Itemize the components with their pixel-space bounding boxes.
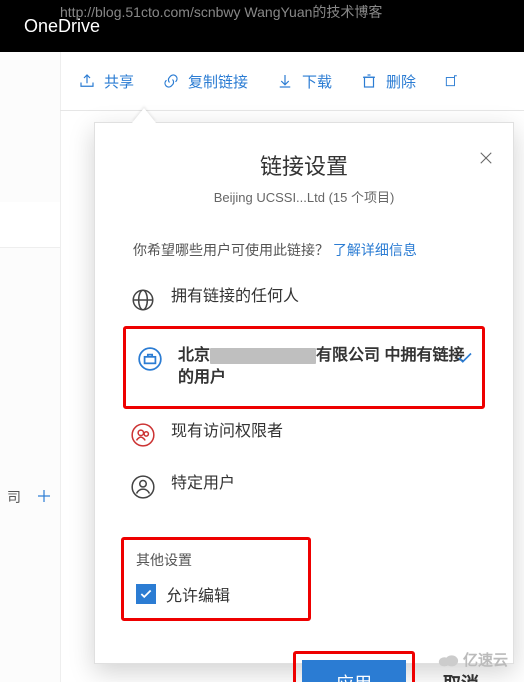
option-specific[interactable]: 特定用户 (123, 461, 485, 513)
copy-link-label: 复制链接 (188, 71, 248, 92)
delete-label: 删除 (386, 71, 416, 92)
prompt-text: 你希望哪些用户可使用此链接？ (133, 242, 329, 258)
link-settings-panel: 链接设置 Beijing UCSSI...Ltd (15 个项目) 你希望哪些用… (94, 122, 514, 664)
learn-more-link[interactable]: 了解详细信息 (333, 242, 417, 258)
command-bar: 共享 复制链接 下载 删除 (60, 52, 524, 111)
share-label: 共享 (104, 71, 134, 92)
watermark-text: 亿速云 (463, 649, 508, 670)
other-settings-title: 其他设置 (136, 550, 296, 570)
allow-edit-checkbox[interactable]: 允许编辑 (136, 582, 296, 606)
allow-edit-label: 允许编辑 (166, 582, 230, 606)
share-button[interactable]: 共享 (64, 71, 148, 92)
redacted-text (210, 348, 316, 364)
panel-prompt: 你希望哪些用户可使用此链接？ 了解详细信息 (133, 240, 485, 260)
person-icon (129, 473, 157, 501)
delete-button[interactable]: 删除 (346, 71, 430, 92)
globe-icon (129, 286, 157, 314)
more-button[interactable] (430, 72, 472, 90)
panel-buttons: 应用 取消 (95, 651, 485, 682)
plus-icon[interactable] (35, 487, 53, 508)
download-button[interactable]: 下载 (262, 71, 346, 92)
cancel-button[interactable]: 取消 (437, 669, 485, 682)
panel-title: 链接设置 (95, 149, 513, 181)
panel-subtitle: Beijing UCSSI...Ltd (15 个项目) (95, 187, 513, 206)
link-scope-options: 拥有链接的任何人 北京有限公司 中拥有链接的用户 现有访问权限者 (123, 274, 485, 513)
download-label: 下载 (302, 71, 332, 92)
option-existing[interactable]: 现有访问权限者 (123, 409, 485, 461)
copy-link-button[interactable]: 复制链接 (148, 71, 262, 92)
other-settings: 其他设置 允许编辑 (121, 537, 311, 621)
left-nav-item[interactable] (0, 202, 60, 248)
option-anyone[interactable]: 拥有链接的任何人 (123, 274, 485, 326)
close-icon[interactable] (477, 149, 495, 172)
option-specific-label: 特定用户 (171, 473, 479, 495)
people-icon (129, 421, 157, 449)
option-org-label: 北京有限公司 中拥有链接的用户 (178, 345, 472, 390)
briefcase-icon (136, 345, 164, 373)
check-icon (456, 349, 474, 372)
option-existing-label: 现有访问权限者 (171, 421, 479, 443)
checkbox-checked-icon (136, 584, 156, 604)
option-anyone-label: 拥有链接的任何人 (171, 286, 479, 308)
apply-button[interactable]: 应用 (302, 660, 406, 682)
left-char: 司 (7, 487, 21, 507)
watermark-url: http://blog.51cto.com/scnbwy WangYuan的技术… (60, 2, 382, 22)
callout-pointer (132, 108, 156, 123)
org-prefix: 北京 (178, 347, 210, 364)
watermark-logo: 亿速云 (437, 649, 508, 670)
option-org[interactable]: 北京有限公司 中拥有链接的用户 (130, 333, 478, 402)
left-nav: 司 (0, 52, 61, 682)
